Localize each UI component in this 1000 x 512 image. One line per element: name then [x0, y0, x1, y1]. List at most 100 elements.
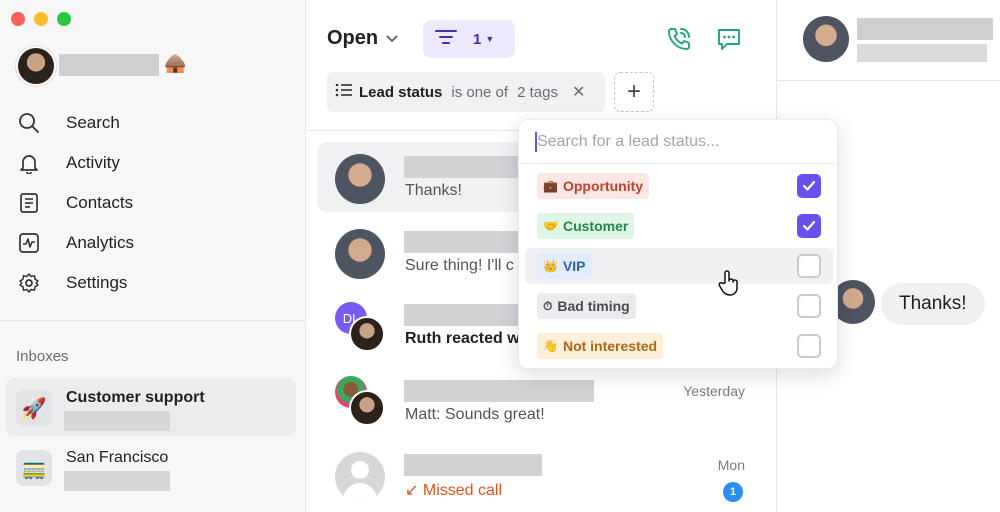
- status-tag-label: VIP: [562, 258, 586, 274]
- crown-icon: 👑: [543, 259, 558, 273]
- message-preview: Sure thing! I'll c: [405, 257, 514, 274]
- nav-item-settings[interactable]: Settings: [18, 263, 134, 303]
- message-preview: Thanks!: [405, 182, 462, 199]
- close-window-button[interactable]: [11, 12, 25, 26]
- lead-status-search: [519, 120, 837, 164]
- status-tag: 🤝 Customer: [537, 213, 635, 239]
- checkbox-unchecked[interactable]: [797, 254, 821, 278]
- inboxes-heading: Inboxes: [16, 348, 69, 365]
- agent-avatar: [349, 390, 385, 426]
- nav-item-label: Activity: [66, 153, 120, 172]
- status-tag: ⏱ Bad timing: [537, 293, 636, 319]
- inbox-subtitle-redacted: [64, 411, 170, 431]
- detail-header-divider: [777, 80, 1000, 81]
- nav-item-search[interactable]: Search: [18, 103, 134, 143]
- status-tag-label: Bad timing: [557, 298, 630, 314]
- waving-hand-icon: 👋: [543, 339, 558, 353]
- inbox-title: San Francisco: [66, 449, 169, 466]
- contact-name-redacted: [404, 380, 594, 402]
- conversation-time: Yesterday: [683, 383, 745, 399]
- check-icon: [802, 220, 816, 231]
- status-filter-label: Open: [327, 27, 379, 49]
- user-status-emoji[interactable]: 🛖: [164, 53, 186, 74]
- contact-avatar: [335, 154, 385, 204]
- agent-avatar: [349, 316, 385, 352]
- missed-call-preview: ↙ Missed call: [405, 480, 502, 500]
- list-icon: [335, 83, 353, 101]
- conversation-row[interactable]: ↙ Missed call Mon 1: [317, 440, 765, 510]
- nav-item-label: Analytics: [66, 233, 135, 252]
- phone-call-icon[interactable]: [665, 25, 693, 58]
- inbox-subtitle-redacted: [64, 471, 170, 491]
- checkbox-checked[interactable]: [797, 174, 821, 198]
- add-filter-button[interactable]: +: [614, 72, 654, 112]
- gear-icon: [18, 271, 50, 295]
- nav-item-activity[interactable]: Activity: [18, 143, 134, 183]
- filter-operator-label[interactable]: is one of: [451, 84, 508, 101]
- user-avatar[interactable]: [16, 46, 56, 86]
- analytics-icon: [18, 231, 50, 255]
- sidebar-divider: [0, 320, 306, 321]
- missed-call-arrow-icon: ↙: [405, 482, 419, 499]
- checkbox-unchecked[interactable]: [797, 294, 821, 318]
- contacts-icon: [18, 191, 50, 215]
- lead-status-option-customer[interactable]: 🤝 Customer: [525, 208, 833, 244]
- filter-button[interactable]: 1 ▼: [423, 20, 515, 58]
- inbox-title: Customer support: [66, 389, 205, 406]
- lead-status-option-not-interested[interactable]: 👋 Not interested: [525, 328, 833, 364]
- conversation-row[interactable]: Matt: Sounds great! Yesterday: [317, 366, 765, 436]
- contact-name-redacted: [857, 18, 993, 40]
- inbox-item-customer-support[interactable]: 🚀 Customer support: [6, 378, 296, 436]
- plus-icon: +: [626, 78, 641, 105]
- filter-lines-icon: [435, 29, 457, 50]
- lead-status-filter-chip[interactable]: Lead status is one of 2 tags ✕: [327, 72, 605, 112]
- window-controls: [11, 12, 71, 26]
- message-preview: Ruth reacted w: [405, 330, 520, 347]
- handshake-icon: 🤝: [543, 219, 558, 233]
- contact-avatar[interactable]: [803, 16, 849, 62]
- checkbox-unchecked[interactable]: [797, 334, 821, 358]
- nav-item-label: Settings: [66, 273, 128, 292]
- status-tag: 💼 Opportunity: [537, 173, 650, 199]
- sidebar: 🛖 Search Activity Contacts Analytics Set…: [0, 0, 306, 512]
- caret-down-icon: ▼: [485, 34, 495, 44]
- message-bubble: Thanks!: [881, 283, 985, 325]
- nav-item-contacts[interactable]: Contacts: [18, 183, 134, 223]
- filter-value-label[interactable]: 2 tags: [517, 84, 558, 101]
- filter-field-label: Lead status: [359, 83, 443, 101]
- message-preview: Matt: Sounds great!: [405, 406, 545, 423]
- unread-badge: 1: [723, 482, 743, 502]
- tram-icon: 🚃: [16, 450, 52, 486]
- checkbox-checked[interactable]: [797, 214, 821, 238]
- search-icon: [18, 111, 50, 135]
- conversation-time: Mon: [717, 457, 745, 473]
- status-filter-dropdown[interactable]: Open: [327, 27, 398, 50]
- lead-status-option-bad-timing[interactable]: ⏱ Bad timing: [525, 288, 833, 324]
- status-tag-label: Not interested: [562, 338, 658, 354]
- contact-detail-redacted: [857, 44, 987, 62]
- nav-item-analytics[interactable]: Analytics: [18, 223, 134, 263]
- rocket-icon: 🚀: [16, 390, 52, 426]
- status-tag-label: Customer: [562, 218, 629, 234]
- remove-filter-icon[interactable]: ✕: [572, 82, 585, 102]
- pointer-hand-icon: [718, 270, 740, 301]
- user-name-redacted: [59, 54, 159, 76]
- status-tag: 👑 VIP: [537, 253, 592, 279]
- inbox-item-san-francisco[interactable]: 🚃 San Francisco: [6, 438, 296, 496]
- default-avatar-icon: [335, 452, 385, 502]
- lead-status-option-opportunity[interactable]: 💼 Opportunity: [525, 168, 833, 204]
- missed-call-label: Missed call: [422, 482, 502, 499]
- check-icon: [802, 180, 816, 191]
- status-tag: 👋 Not interested: [537, 333, 664, 359]
- minimize-window-button[interactable]: [34, 12, 48, 26]
- lead-status-option-vip[interactable]: 👑 VIP: [525, 248, 833, 284]
- nav-item-label: Contacts: [66, 193, 134, 212]
- stopwatch-icon: ⏱: [543, 298, 553, 313]
- lead-status-search-input[interactable]: [537, 128, 827, 156]
- message-icon[interactable]: [715, 25, 743, 58]
- filter-count: 1: [473, 30, 482, 48]
- lead-status-dropdown: 💼 Opportunity 🤝 Customer 👑 VIP ⏱ Bad tim…: [518, 119, 838, 369]
- briefcase-icon: 💼: [543, 179, 558, 193]
- bell-icon: [18, 151, 50, 175]
- zoom-window-button[interactable]: [57, 12, 71, 26]
